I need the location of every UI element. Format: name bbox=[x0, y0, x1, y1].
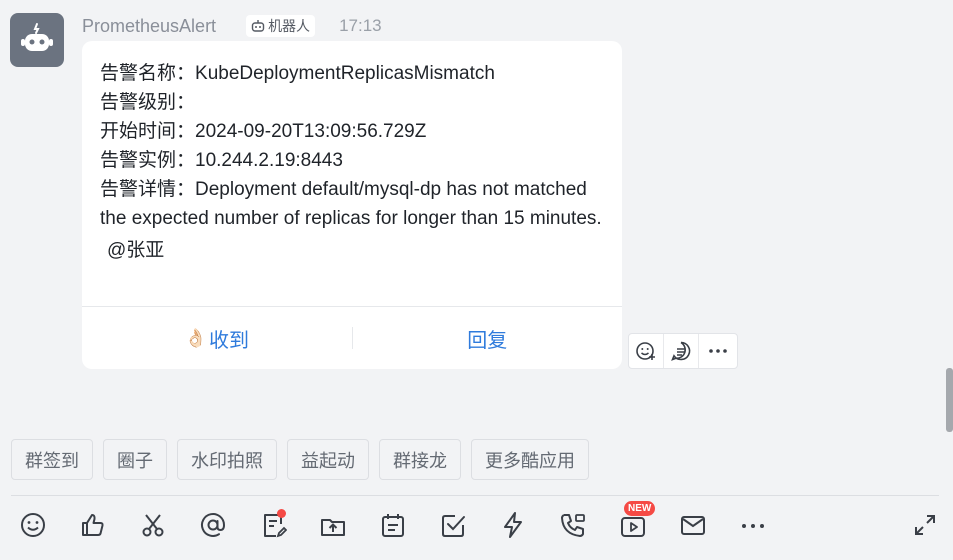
alert-start-time-line: 开始时间：2024-09-20T13:09:56.729Z bbox=[100, 121, 427, 142]
task-button[interactable] bbox=[438, 508, 468, 542]
bot-tag-label: 机器人 bbox=[268, 18, 311, 34]
app-group-relay[interactable]: 群接龙 bbox=[379, 439, 461, 480]
toolbar-more-button[interactable] bbox=[738, 508, 768, 542]
lightning-icon bbox=[504, 512, 522, 538]
alert-name-line: 告警名称：KubeDeploymentReplicasMismatch bbox=[100, 63, 495, 84]
expand-icon bbox=[915, 515, 935, 535]
emoji-reaction-icon bbox=[636, 342, 655, 360]
task-check-icon bbox=[442, 515, 465, 537]
scrollbar-thumb[interactable] bbox=[946, 368, 953, 432]
thread-reply-button[interactable] bbox=[664, 334, 699, 368]
screenshot-button[interactable] bbox=[138, 508, 168, 542]
thread-reply-icon bbox=[671, 341, 691, 361]
upload-button[interactable] bbox=[318, 508, 348, 542]
app-yiqidong[interactable]: 益起动 bbox=[287, 439, 369, 480]
call-button[interactable] bbox=[558, 508, 588, 542]
card-body: 告警名称：KubeDeploymentReplicasMismatch 告警级别… bbox=[100, 59, 605, 265]
expand-button[interactable] bbox=[910, 510, 940, 540]
app-watermark-photo[interactable]: 水印拍照 bbox=[177, 439, 277, 480]
new-badge: NEW bbox=[624, 501, 656, 516]
mention[interactable]: @张亚 bbox=[100, 236, 605, 265]
doc-button[interactable] bbox=[258, 508, 288, 542]
avatar[interactable] bbox=[10, 13, 64, 67]
card-actions: 👌🏻 收到 回复 bbox=[82, 307, 622, 369]
shortcut-button[interactable] bbox=[498, 508, 528, 542]
reply-label: 回复 bbox=[467, 329, 508, 352]
upload-icon bbox=[321, 519, 345, 536]
emoji-icon bbox=[21, 513, 45, 537]
mail-button[interactable] bbox=[678, 508, 708, 542]
app-group-checkin[interactable]: 群签到 bbox=[11, 439, 93, 480]
receive-label: 收到 bbox=[208, 329, 249, 352]
app-shortcuts: 群签到 圈子 水印拍照 益起动 群接龙 更多酷应用 bbox=[11, 439, 589, 480]
alert-instance-line: 告警实例：10.244.2.19:8443 bbox=[100, 150, 343, 171]
reply-button[interactable]: 回复 bbox=[353, 324, 623, 353]
emoji-reaction-button[interactable] bbox=[629, 334, 664, 368]
message-header: PrometheusAlert 机器人 17:13 bbox=[82, 14, 382, 38]
alert-detail-line: 告警详情：Deployment default/mysql-dp has not… bbox=[100, 179, 602, 229]
emoji-button[interactable] bbox=[18, 508, 48, 542]
bot-tag: 机器人 bbox=[246, 15, 316, 37]
more-icon bbox=[709, 349, 727, 353]
calendar-button[interactable] bbox=[378, 508, 408, 542]
like-button[interactable] bbox=[78, 508, 108, 542]
mention-button[interactable] bbox=[198, 508, 228, 542]
at-icon bbox=[201, 513, 226, 537]
like-icon bbox=[82, 514, 104, 536]
call-icon bbox=[561, 514, 585, 537]
more-icon bbox=[742, 524, 764, 528]
robot-icon bbox=[21, 23, 53, 51]
input-toolbar: NEW bbox=[18, 501, 768, 543]
app-circle[interactable]: 圈子 bbox=[103, 439, 167, 480]
message-more-button[interactable] bbox=[699, 334, 737, 368]
message-time: 17:13 bbox=[339, 16, 382, 35]
live-button[interactable]: NEW bbox=[618, 501, 656, 542]
scissors-icon bbox=[142, 514, 164, 537]
alert-level-line: 告警级别： bbox=[100, 92, 196, 113]
app-more-cool-apps[interactable]: 更多酷应用 bbox=[471, 439, 589, 480]
alert-card: 告警名称：KubeDeploymentReplicasMismatch 告警级别… bbox=[82, 41, 622, 369]
sender-name[interactable]: PrometheusAlert bbox=[82, 16, 216, 37]
message-tools bbox=[628, 333, 738, 369]
mail-icon bbox=[681, 516, 705, 535]
input-divider bbox=[11, 495, 939, 496]
calendar-icon bbox=[382, 514, 404, 537]
receive-button[interactable]: 👌🏻 收到 bbox=[82, 324, 352, 353]
notification-dot bbox=[277, 509, 286, 518]
robot-small-icon bbox=[251, 20, 265, 32]
ok-hand-icon: 👌🏻 bbox=[184, 327, 207, 348]
